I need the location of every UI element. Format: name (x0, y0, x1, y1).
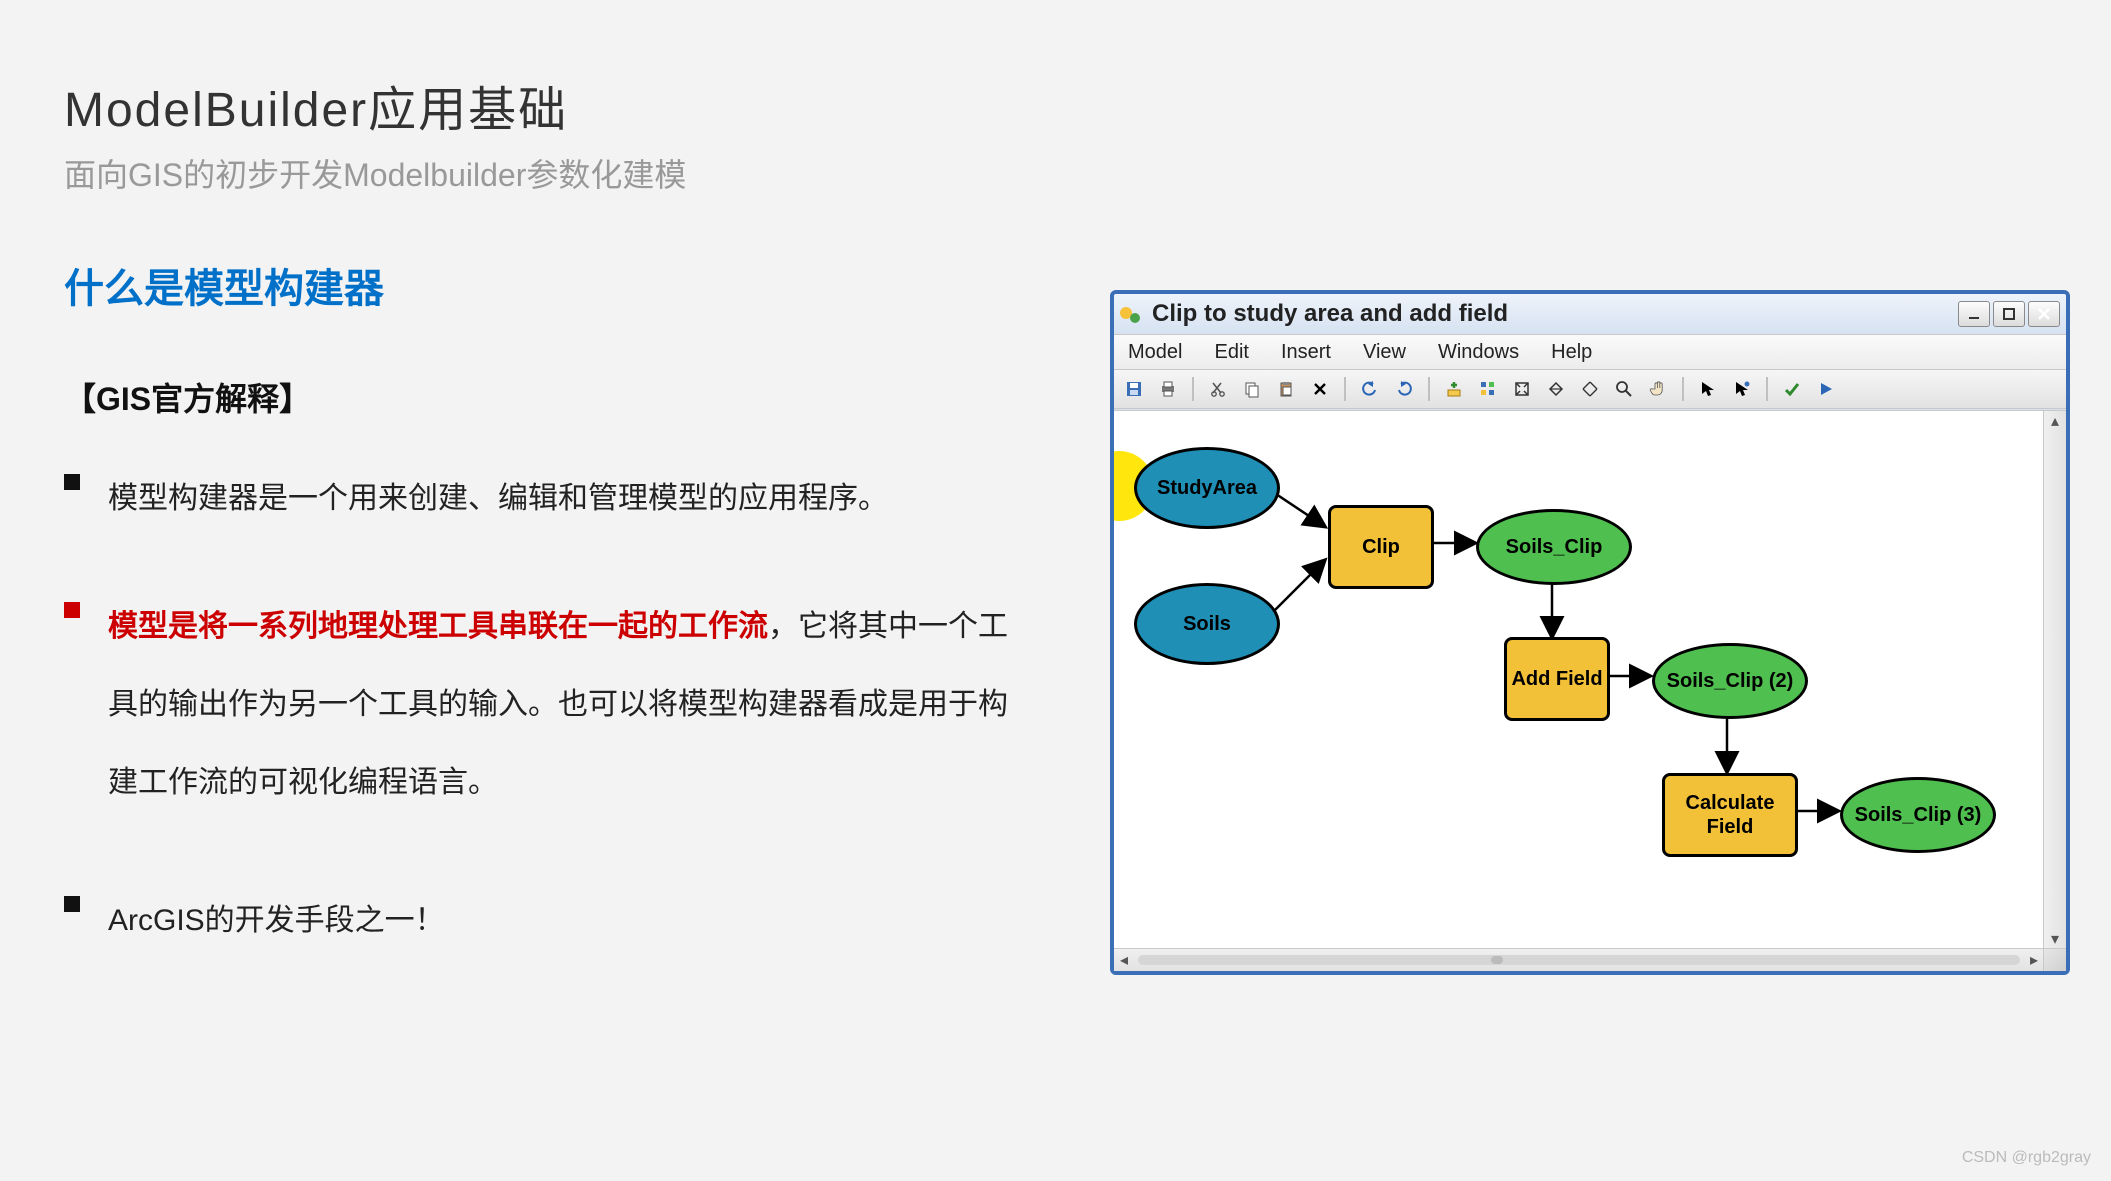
bullet-list: 模型构建器是一个用来创建、编辑和管理模型的应用程序。 模型是将一系列地理处理工具… (64, 460, 1024, 960)
main-title: ModelBuilder应用基础 (64, 70, 2044, 140)
menu-view[interactable]: View (1363, 341, 1406, 364)
menu-help[interactable]: Help (1551, 341, 1592, 364)
window-controls (1958, 301, 2060, 327)
undo-icon[interactable] (1356, 375, 1384, 403)
menubar: Model Edit Insert View Windows Help (1114, 334, 2066, 370)
window-title: Clip to study area and add field (1152, 300, 1508, 328)
bullet-item: ArcGIS的开发手段之一！ (64, 882, 1024, 960)
bullet-item: 模型是将一系列地理处理工具串联在一起的工作流，它将其中一个工具的输出作为另一个工… (64, 588, 1024, 822)
delete-icon[interactable] (1306, 375, 1334, 403)
menu-windows[interactable]: Windows (1438, 341, 1519, 364)
node-soils-clip-3[interactable]: Soils_Clip (3) (1840, 777, 1996, 853)
node-clip[interactable]: Clip (1328, 505, 1434, 589)
minimize-button[interactable] (1958, 301, 1990, 327)
node-calculate-field[interactable]: Calculate Field (1662, 773, 1798, 857)
toolbar-separator (1766, 377, 1768, 401)
window-titlebar[interactable]: Clip to study area and add field (1114, 294, 2066, 334)
run-icon[interactable] (1812, 375, 1840, 403)
toolbar-separator (1344, 377, 1346, 401)
model-canvas[interactable]: StudyArea Soils Clip Soils_Clip Add Fiel… (1114, 411, 2044, 949)
toolbar (1114, 370, 2066, 409)
bullet-square-icon (64, 602, 80, 618)
bullet-text: ArcGIS的开发手段之一！ (108, 882, 445, 960)
app-icon (1120, 303, 1142, 325)
maximize-button[interactable] (1993, 301, 2025, 327)
fixed-zoom-in-icon[interactable] (1542, 375, 1570, 403)
horizontal-scrollbar[interactable]: ◂ ▸ (1114, 948, 2044, 971)
toolbar-separator (1192, 377, 1194, 401)
node-soils-clip-2[interactable]: Soils_Clip (2) (1652, 643, 1808, 719)
pan-icon[interactable] (1644, 375, 1672, 403)
auto-layout-icon[interactable] (1474, 375, 1502, 403)
connect-icon[interactable] (1728, 375, 1756, 403)
bullet-text: 模型构建器是一个用来创建、编辑和管理模型的应用程序。 (108, 460, 888, 538)
scroll-thumb[interactable] (1491, 956, 1503, 964)
node-add-field[interactable]: Add Field (1504, 637, 1610, 721)
close-button[interactable] (2028, 301, 2060, 327)
paste-icon[interactable] (1272, 375, 1300, 403)
validate-icon[interactable] (1778, 375, 1806, 403)
bullet-square-icon (64, 474, 80, 490)
full-extent-icon[interactable] (1508, 375, 1536, 403)
node-studyarea[interactable]: StudyArea (1134, 447, 1280, 529)
fixed-zoom-out-icon[interactable] (1576, 375, 1604, 403)
zoom-icon[interactable] (1610, 375, 1638, 403)
scroll-left-icon[interactable]: ◂ (1114, 950, 1134, 970)
select-icon[interactable] (1694, 375, 1722, 403)
node-soils-clip[interactable]: Soils_Clip (1476, 509, 1632, 585)
toolbar-separator (1682, 377, 1684, 401)
cut-icon[interactable] (1204, 375, 1232, 403)
toolbar-separator (1428, 377, 1430, 401)
bullet-square-icon (64, 896, 80, 912)
vertical-scrollbar[interactable]: ▴ ▾ (2043, 411, 2066, 949)
resize-corner[interactable] (2043, 948, 2066, 971)
bullet-item: 模型构建器是一个用来创建、编辑和管理模型的应用程序。 (64, 460, 1024, 538)
scroll-track[interactable] (1138, 955, 2020, 965)
print-icon[interactable] (1154, 375, 1182, 403)
canvas-wrap: StudyArea Soils Clip Soils_Clip Add Fiel… (1114, 410, 2066, 949)
menu-model[interactable]: Model (1128, 341, 1182, 364)
menu-insert[interactable]: Insert (1281, 341, 1331, 364)
subtitle: 面向GIS的初步开发Modelbuilder参数化建模 (64, 150, 2044, 196)
copy-icon[interactable] (1238, 375, 1266, 403)
node-soils[interactable]: Soils (1134, 583, 1280, 665)
scroll-up-icon[interactable]: ▴ (2045, 411, 2065, 431)
scroll-down-icon[interactable]: ▾ (2045, 929, 2065, 949)
scroll-right-icon[interactable]: ▸ (2024, 950, 2044, 970)
save-icon[interactable] (1120, 375, 1148, 403)
menu-edit[interactable]: Edit (1214, 341, 1248, 364)
add-data-icon[interactable] (1440, 375, 1468, 403)
redo-icon[interactable] (1390, 375, 1418, 403)
watermark: CSDN @rgb2gray (1962, 1149, 2091, 1167)
modelbuilder-window: Clip to study area and add field Model E… (1110, 290, 2070, 975)
highlight-text: 模型是将一系列地理处理工具串联在一起的工作流 (108, 610, 768, 643)
bullet-text: 模型是将一系列地理处理工具串联在一起的工作流，它将其中一个工具的输出作为另一个工… (108, 588, 1024, 822)
